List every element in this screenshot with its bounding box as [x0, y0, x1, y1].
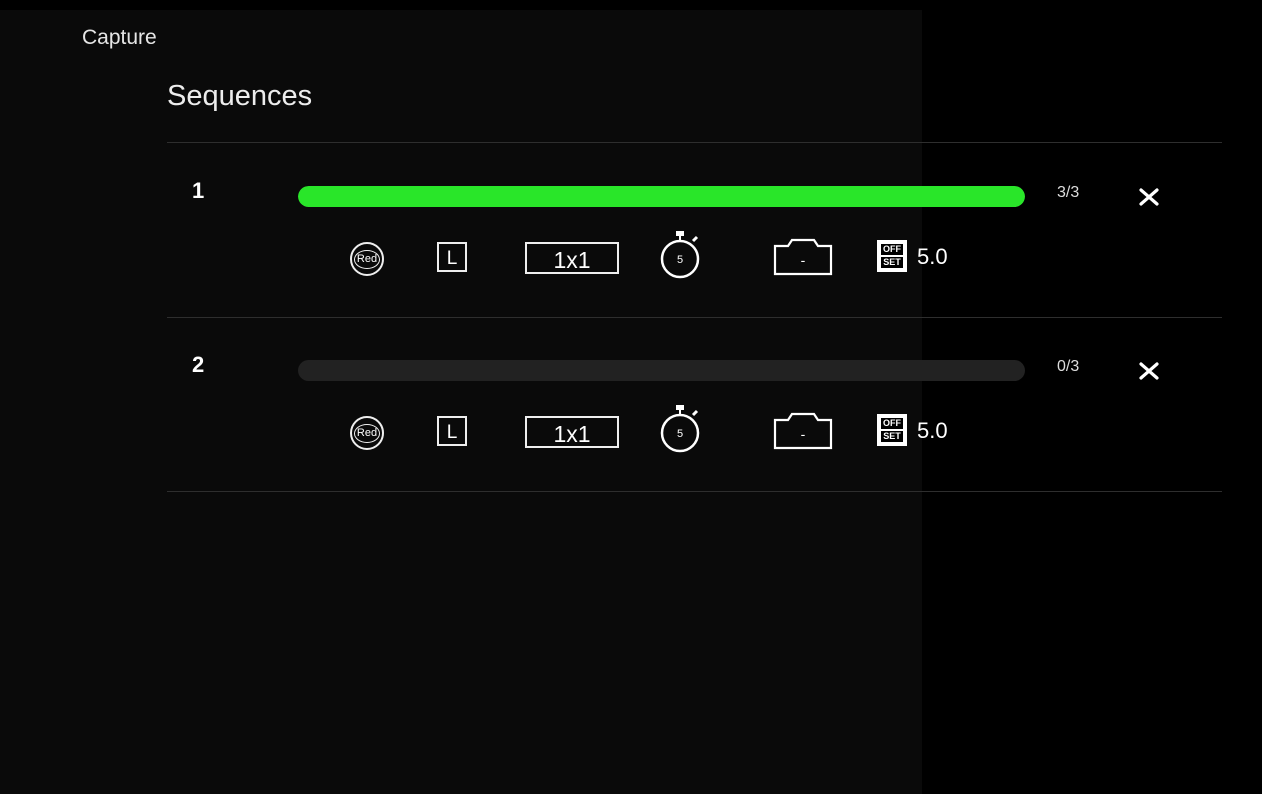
camera-value: -	[801, 252, 806, 268]
progress-bar	[298, 186, 1025, 207]
offset-button[interactable]: OFF SET	[877, 414, 907, 446]
divider	[167, 491, 1222, 492]
binning-label: 1x1	[553, 421, 591, 447]
exposure-button[interactable]: 5	[656, 403, 704, 453]
divider	[167, 317, 1222, 318]
progress-fill	[298, 186, 1025, 207]
frame-type-button[interactable]: L	[437, 242, 467, 272]
progress-count: 3/3	[1057, 184, 1080, 201]
exposure-value: 5	[677, 254, 683, 266]
filter-label: Red	[353, 423, 381, 443]
close-icon	[1139, 362, 1159, 380]
offset-value: 5.0	[917, 418, 948, 443]
frame-type-label: L	[446, 422, 458, 443]
sequence-number: 1	[192, 178, 205, 203]
exposure-value: 5	[677, 428, 683, 440]
camera-value: -	[801, 426, 806, 442]
binning-label: 1x1	[553, 247, 591, 273]
sequence-row[interactable]: 1 3/3 Red L 1x1 5 - OFF SET 5.0	[167, 150, 1222, 300]
frame-type-button[interactable]: L	[437, 416, 467, 446]
filter-label: Red	[353, 249, 381, 269]
offset-label-bottom: SET	[881, 257, 903, 268]
offset-label-bottom: SET	[881, 431, 903, 442]
stopwatch-icon: 5	[660, 231, 700, 279]
filter-button[interactable]: Red	[350, 242, 384, 276]
section-title: Sequences	[167, 80, 313, 112]
frame-type-label: L	[446, 248, 458, 269]
offset-label-top: OFF	[881, 418, 903, 429]
offset-button[interactable]: OFF SET	[877, 240, 907, 272]
camera-icon: -	[773, 412, 833, 450]
progress-count: 0/3	[1057, 358, 1080, 375]
sequence-settings: Red L 1x1 5 - OFF SET 5.0	[350, 231, 1050, 284]
filter-button[interactable]: Red	[350, 416, 384, 450]
stopwatch-icon: 5	[660, 405, 700, 453]
sequence-settings: Red L 1x1 5 - OFF SET 5.0	[350, 405, 1050, 458]
camera-button[interactable]: -	[770, 236, 836, 278]
camera-button[interactable]: -	[770, 410, 836, 452]
delete-sequence-button[interactable]	[1135, 182, 1163, 210]
delete-sequence-button[interactable]	[1135, 356, 1163, 384]
binning-button[interactable]: 1x1	[525, 242, 619, 274]
progress-bar	[298, 360, 1025, 381]
binning-button[interactable]: 1x1	[525, 416, 619, 448]
divider	[167, 142, 1222, 143]
offset-label-top: OFF	[881, 244, 903, 255]
camera-icon: -	[773, 238, 833, 276]
close-icon	[1139, 188, 1159, 206]
exposure-button[interactable]: 5	[656, 229, 704, 279]
sequence-number: 2	[192, 352, 205, 377]
offset-value: 5.0	[917, 244, 948, 269]
app-title: Capture	[82, 26, 157, 49]
sequence-row[interactable]: 2 0/3 Red L 1x1 5 - OFF SET 5.0	[167, 324, 1222, 474]
